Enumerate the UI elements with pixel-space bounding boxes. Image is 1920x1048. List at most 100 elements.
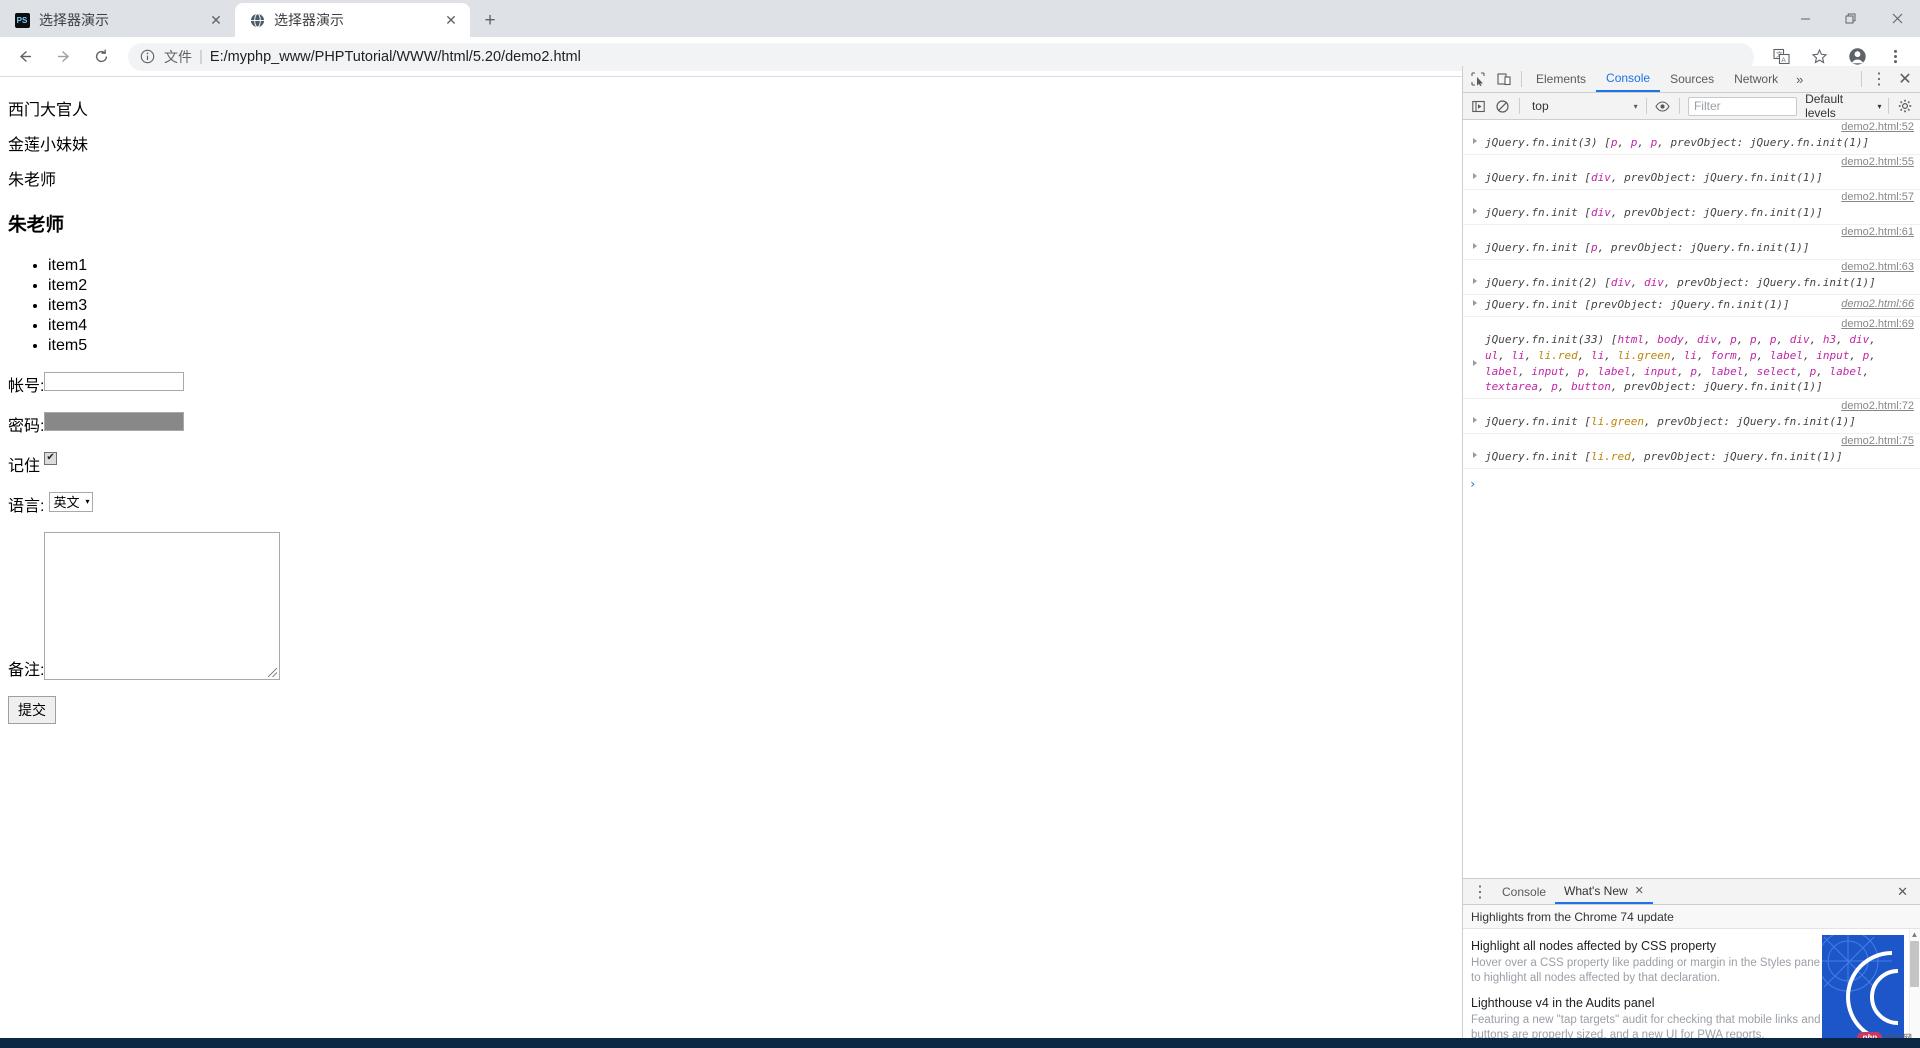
console-message[interactable]: demo2.html:52 jQuery.fn.init(3) [p, p, p,… <box>1463 120 1920 155</box>
close-icon[interactable]: ✕ <box>442 11 460 29</box>
browser-tab-1[interactable]: PS 选择器演示 ✕ <box>0 3 235 37</box>
console-token: , <box>1809 332 1823 346</box>
console-token: jQuery.fn.init [prevObject: jQuery.fn.in… <box>1485 297 1790 311</box>
expand-arrow-icon[interactable] <box>1473 277 1477 284</box>
console-message-list[interactable]: demo2.html:52 jQuery.fn.init(3) [p, p, p,… <box>1463 120 1920 878</box>
console-token: , <box>1524 348 1538 362</box>
clear-console-icon[interactable] <box>1491 94 1516 118</box>
filter-input[interactable]: Filter <box>1687 96 1798 116</box>
browser-tab-1-title: 选择器演示 <box>39 12 109 28</box>
language-select[interactable]: 英文 ▾ <box>49 491 94 512</box>
devtools-close-icon[interactable]: ✕ <box>1892 67 1918 91</box>
console-message[interactable]: demo2.html:63 jQuery.fn.init(2) [div, div… <box>1463 260 1920 295</box>
note-textarea[interactable] <box>44 531 281 680</box>
console-token: , <box>1696 348 1711 362</box>
console-token: , <box>1862 364 1870 378</box>
console-message-source[interactable]: demo2.html:66 <box>1841 297 1914 313</box>
console-message[interactable]: demo2.html:61 jQuery.fn.init [p, prevObje… <box>1463 225 1920 260</box>
whats-new-item-title[interactable]: Highlight all nodes affected by CSS prop… <box>1471 939 1821 953</box>
expand-arrow-icon[interactable] <box>1473 138 1477 144</box>
console-message[interactable]: demo2.html:75 jQuery.fn.init [li.red, pre… <box>1463 434 1920 470</box>
console-token: , <box>1518 364 1532 378</box>
close-icon[interactable]: ✕ <box>207 11 225 29</box>
console-message-source[interactable]: demo2.html:63 <box>1841 261 1914 273</box>
console-token: , prevObject: jQuery.fn.init(1)] <box>1610 205 1823 219</box>
account-row: 帐号: <box>8 371 1454 396</box>
scrollbar-thumb[interactable] <box>1910 941 1919 987</box>
console-prompt[interactable]: › <box>1463 469 1920 496</box>
console-message-source[interactable]: demo2.html:69 <box>1841 318 1914 330</box>
whats-new-item-title[interactable]: Lighthouse v4 in the Audits panel <box>1471 996 1821 1010</box>
divider <box>1521 71 1522 87</box>
expand-arrow-icon[interactable] <box>1473 452 1477 459</box>
console-message-source[interactable]: demo2.html:72 <box>1841 400 1914 412</box>
remember-row: 记住 ✔ <box>8 451 1454 476</box>
console-message[interactable]: jQuery.fn.init [prevObject: jQuery.fn.in… <box>1463 295 1920 317</box>
expand-arrow-icon[interactable] <box>1473 299 1477 306</box>
tab-console[interactable]: Console <box>1596 66 1661 92</box>
context-selector[interactable]: top ▾ <box>1528 97 1642 116</box>
console-token: label <box>1829 364 1863 378</box>
console-message-source[interactable]: demo2.html:55 <box>1841 156 1914 168</box>
list-item: item2 <box>48 276 1454 296</box>
scroll-up-icon[interactable]: ▲ <box>1910 930 1919 939</box>
eye-icon[interactable] <box>1651 94 1676 118</box>
console-token: jQuery.fn.init(2) [ <box>1485 275 1611 289</box>
account-input[interactable] <box>44 371 185 391</box>
console-token: , <box>1796 364 1810 378</box>
browser-tab-2[interactable]: 选择器演示 ✕ <box>235 3 470 37</box>
drawer-close-icon[interactable]: ✕ <box>1889 884 1916 900</box>
new-tab-button[interactable]: + <box>476 6 504 34</box>
console-token: jQuery.fn.init [ <box>1485 240 1591 254</box>
close-window-button[interactable] <box>1874 3 1920 35</box>
tab-elements[interactable]: Elements <box>1526 66 1596 92</box>
minimize-button[interactable] <box>1782 3 1828 35</box>
console-token: p <box>1730 332 1737 346</box>
drawer-tab-whats-new[interactable]: What's New ✕ <box>1555 879 1653 904</box>
console-message[interactable]: demo2.html:57 jQuery.fn.init [div, prevOb… <box>1463 190 1920 225</box>
log-levels-selector[interactable]: Default levels ▾ <box>1805 92 1881 120</box>
more-tabs-icon[interactable]: » <box>1788 72 1811 87</box>
password-input[interactable] <box>44 411 185 431</box>
expand-arrow-icon[interactable] <box>1473 242 1477 249</box>
inspect-cursor-icon[interactable] <box>1465 67 1491 91</box>
tab-sources[interactable]: Sources <box>1660 66 1724 92</box>
whats-new-header: Highlights from the Chrome 74 update <box>1463 905 1920 929</box>
devtools-menu-icon[interactable]: ⋮ <box>1866 67 1892 91</box>
expand-arrow-icon[interactable] <box>1473 417 1477 424</box>
back-icon[interactable] <box>9 41 41 73</box>
console-token: , <box>1643 332 1658 346</box>
forward-icon[interactable] <box>47 41 79 73</box>
device-toggle-icon[interactable] <box>1491 67 1517 91</box>
drawer-tab-console-label: Console <box>1502 884 1547 899</box>
divider <box>1887 98 1889 114</box>
maximize-restore-button[interactable] <box>1828 3 1874 35</box>
drawer-menu-icon[interactable]: ⋮ <box>1467 880 1493 904</box>
url-text: E:/myphp_www/PHPTutorial/WWW/html/5.20/d… <box>209 48 581 65</box>
omnibox-separator: | <box>199 48 203 65</box>
console-message[interactable]: demo2.html:69 jQuery.fn.init(33) [html, b… <box>1463 317 1920 400</box>
console-message-source[interactable]: demo2.html:61 <box>1841 226 1914 238</box>
console-token: , <box>1637 136 1651 149</box>
drawer-tab-console[interactable]: Console <box>1493 879 1555 904</box>
console-token: div <box>1590 170 1611 184</box>
reload-icon[interactable] <box>85 41 117 73</box>
console-token: jQuery.fn.init [ <box>1485 415 1591 429</box>
console-message-source[interactable]: demo2.html:52 <box>1841 121 1914 133</box>
console-message-source[interactable]: demo2.html:57 <box>1841 191 1914 203</box>
info-circle-icon[interactable] <box>140 49 156 65</box>
console-token: , <box>1617 136 1631 149</box>
execute-sidebar-icon[interactable] <box>1466 94 1491 118</box>
console-token: li <box>1591 348 1605 362</box>
console-message[interactable]: demo2.html:55 jQuery.fn.init [div, prevOb… <box>1463 155 1920 190</box>
expand-arrow-icon[interactable] <box>1473 172 1477 179</box>
tab-network[interactable]: Network <box>1724 66 1788 92</box>
console-token: , prevObject: jQuery.fn.init(1)] <box>1610 380 1823 394</box>
gear-icon[interactable] <box>1892 94 1917 118</box>
expand-arrow-icon[interactable] <box>1473 207 1477 214</box>
console-message-source[interactable]: demo2.html:75 <box>1841 435 1914 447</box>
submit-button[interactable]: 提交 <box>8 695 56 724</box>
console-message[interactable]: demo2.html:72 jQuery.fn.init [li.green, p… <box>1463 399 1920 435</box>
remember-checkbox[interactable]: ✔ <box>44 451 58 465</box>
close-icon[interactable]: ✕ <box>1635 884 1644 897</box>
